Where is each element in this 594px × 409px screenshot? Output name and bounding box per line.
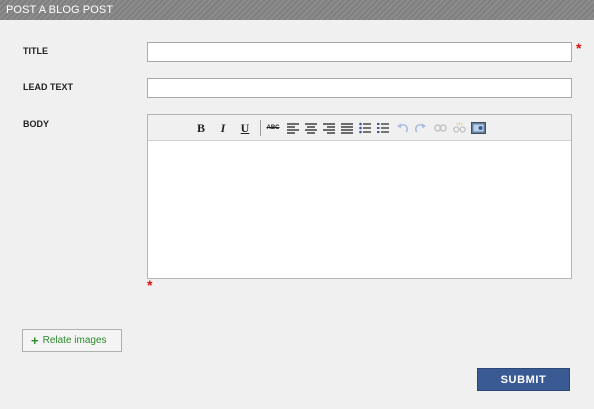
title-input[interactable] — [147, 42, 572, 62]
toolbar-separator — [260, 120, 261, 136]
underline-button[interactable]: U — [239, 120, 251, 136]
form-title: POST A BLOG POST — [6, 4, 114, 16]
align-left-icon[interactable] — [286, 120, 300, 136]
title-required-marker: * — [576, 40, 582, 56]
bold-button[interactable]: B — [195, 120, 207, 136]
bullet-list-icon[interactable] — [358, 120, 372, 136]
align-right-icon[interactable] — [322, 120, 336, 136]
body-editor: B I U ABC — [147, 114, 572, 279]
blog-post-form: POST A BLOG POST TITLE * LEAD TEXT BODY … — [0, 0, 594, 409]
link-icon[interactable] — [433, 120, 447, 136]
undo-icon[interactable] — [395, 120, 409, 136]
plus-icon: + — [31, 333, 39, 348]
insert-image-icon[interactable] — [470, 120, 486, 136]
form-header: POST A BLOG POST — [0, 0, 594, 20]
redo-icon[interactable] — [414, 120, 428, 136]
strikethrough-button[interactable]: ABC — [264, 120, 282, 136]
body-label: BODY — [23, 119, 50, 129]
relate-images-button[interactable]: + Relate images — [22, 329, 122, 352]
align-justify-icon[interactable] — [340, 120, 354, 136]
title-label: TITLE — [23, 46, 48, 56]
body-text-area[interactable] — [148, 141, 571, 278]
italic-button[interactable]: I — [217, 120, 229, 136]
body-required-marker: * — [147, 277, 153, 293]
unlink-icon[interactable] — [452, 120, 466, 136]
lead-text-label: LEAD TEXT — [23, 82, 74, 92]
align-center-icon[interactable] — [304, 120, 318, 136]
relate-images-label: Relate images — [42, 335, 107, 346]
numbered-list-icon[interactable] — [376, 120, 390, 136]
editor-toolbar: B I U ABC — [148, 115, 571, 141]
submit-button[interactable]: SUBMIT — [477, 368, 570, 391]
lead-text-input[interactable] — [147, 78, 572, 98]
